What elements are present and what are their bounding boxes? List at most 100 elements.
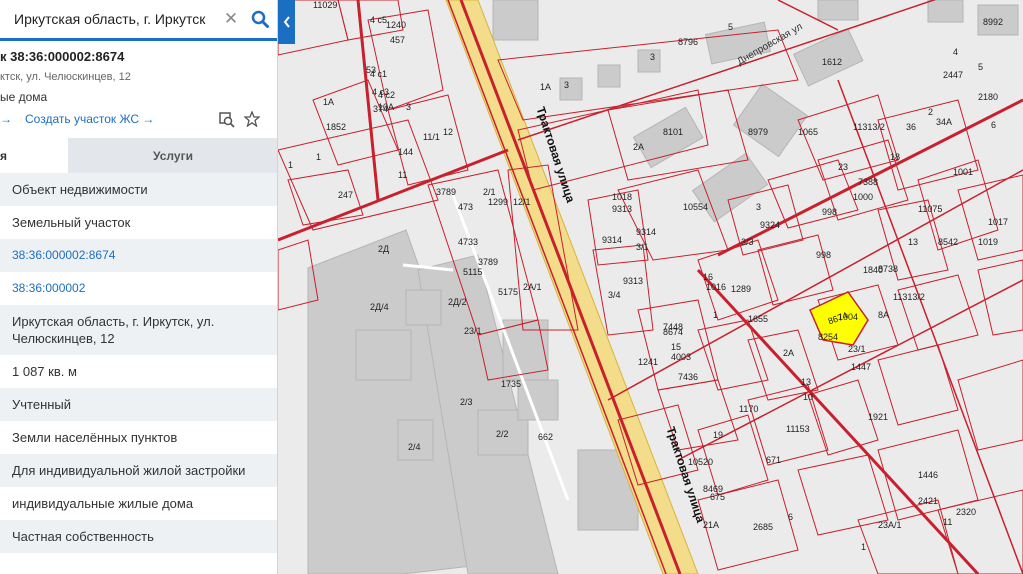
parcel-number-label: 9314 [636, 227, 656, 237]
parcel-number-label: 1852 [326, 122, 346, 132]
parcel-number-label: 13 [908, 237, 918, 247]
parcel-number-label: 1004 [838, 312, 858, 322]
parcel-number-label: 4 [953, 47, 958, 57]
property-list: Объект недвижимости Земельный участок 38… [0, 173, 277, 553]
parcel-number-label: 473 [458, 202, 473, 212]
building-block [927, 0, 964, 23]
tabs: я Услуги [0, 138, 277, 173]
parcel-number-label: 457 [390, 35, 405, 45]
parcel-number-label: 8979 [748, 127, 768, 137]
close-icon[interactable]: ✕ [220, 0, 242, 38]
parcel-number-label: 5 [728, 22, 733, 32]
parcel-number-label: 1016 [706, 282, 726, 292]
parcel-number-label: 1065 [798, 127, 818, 137]
parcel-number-label: 374 [373, 104, 388, 114]
row-parcel-type: Земельный участок [12, 215, 131, 230]
search-button[interactable] [242, 0, 277, 38]
parcel-number-label: 1 [288, 160, 293, 170]
parcel-number-label: 2 [928, 107, 933, 117]
parcel-number-label: 3 [650, 52, 655, 62]
parcel-number-label: 3789 [478, 257, 498, 267]
parcel-number-label: 10554 [683, 202, 708, 212]
parcel-number-label: 2А [633, 142, 644, 152]
row-address: Иркутская область, г. Иркутск, ул. Челюс… [0, 305, 277, 355]
parcel-number-label: 2Д/4 [370, 302, 389, 312]
parcel-number-label: 10520 [688, 457, 713, 467]
parcel-number-label: 1921 [868, 412, 888, 422]
parcel-number-label: 9313 [612, 204, 632, 214]
parcel-number-label: 3 [564, 80, 569, 90]
parcel-number-label: 8674 [663, 327, 683, 337]
object-title: к 38:36:000002:8674 [0, 49, 125, 64]
object-address: ктск, ул. Челюскинцев, 12 [0, 71, 131, 83]
parcel-number-label: 1018 [612, 192, 632, 202]
parcel-number-label: 2/4 [408, 442, 421, 452]
parcel-number-label: 8254 [818, 332, 838, 342]
parcel-number-label: 2/1 [483, 187, 496, 197]
collapse-panel-button[interactable] [278, 0, 295, 44]
parcel-number-label: 1001 [953, 167, 973, 177]
tab-info[interactable]: я [0, 138, 68, 173]
arrow-link[interactable]: → [0, 112, 12, 126]
parcel-number-label: 5 [978, 62, 983, 72]
parcel-number-label: 2320 [956, 507, 976, 517]
parcel-number-label: 1 [316, 152, 321, 162]
building-block [732, 83, 808, 158]
map-canvas[interactable]: 8674 Трактовая улица Трактовая улица Дне… [278, 0, 1023, 574]
parcel-number-label: 11313/2 [853, 122, 885, 132]
parcel-number-label: 18 [890, 152, 900, 162]
parcel-number-label: 2421 [918, 496, 938, 506]
parcel-number-label: 1 [713, 310, 718, 320]
parcel-number-label: 11075 [918, 204, 942, 214]
building-block [632, 106, 704, 169]
building-block [405, 289, 442, 326]
parcel-number-label: 1А [540, 82, 551, 92]
row-land-category: Земли населённых пунктов [12, 430, 178, 445]
row-cadastral-number[interactable]: 38:36:000002:8674 [0, 239, 277, 272]
zoom-to-icon[interactable] [219, 112, 235, 131]
parcel-number-label: 23/1 [848, 344, 866, 354]
info-panel: ✕ к 38:36:000002:8674 ктск, ул. Челюскин… [0, 0, 278, 574]
parcel-number-label: 9324 [760, 220, 780, 230]
parcel-number-label: 11 [943, 517, 952, 527]
parcel-number-label: 11313/2 [893, 292, 925, 302]
parcel-number-label: 12/1 [513, 197, 531, 207]
parcel-number-label: 3 [406, 102, 411, 112]
row-cadastral-block[interactable]: 38:36:000002 [0, 272, 277, 305]
search-icon [251, 10, 269, 28]
create-parcel-link[interactable]: Создать участок ЖС → [25, 112, 154, 126]
parcel-number-label: 7388 [858, 177, 878, 187]
search-input[interactable] [0, 0, 220, 38]
tab-services[interactable]: Услуги [68, 138, 277, 173]
parcel-number-label: 5115 [463, 267, 482, 277]
parcel-number-label: 2Д [378, 244, 389, 254]
parcel-number-label: 675 [710, 492, 725, 502]
building-block [637, 49, 661, 73]
star-icon[interactable] [243, 110, 261, 130]
parcel-number-label: 34А [936, 117, 952, 127]
parcel-number-label: 247 [338, 190, 353, 200]
row-object-type: Объект недвижимости [0, 173, 277, 206]
parcel-number-label: 15 [671, 342, 681, 352]
row-use-document: индивидуальные жилые дома [12, 496, 194, 511]
parcel-number-label: 3789 [436, 187, 456, 197]
parcel-number-label: 11/1 [423, 132, 440, 142]
parcel-number-label: 3/3 [741, 237, 754, 247]
building-block [817, 0, 859, 21]
parcel-number-label: 23А/1 [878, 520, 902, 530]
parcel-number-label: 13 [801, 377, 811, 387]
parcel-number-label: 53 [366, 65, 376, 75]
parcel-number-label: 8А [878, 310, 889, 320]
parcel-number-label: 11 [398, 170, 407, 180]
parcel-number-label: 1000 [853, 192, 873, 202]
parcel-number-label: 1612 [822, 57, 842, 67]
parcel-number-label: 1240 [386, 20, 406, 30]
parcel-number-label: 1241 [638, 357, 658, 367]
parcel-number-label: 9313 [623, 276, 643, 286]
parcel-number-label: 4003 [671, 352, 691, 362]
cadastral-map[interactable]: 8674 Трактовая улица Трактовая улица Дне… [278, 0, 1023, 574]
row-status: Учтенный [0, 388, 277, 421]
parcel-number-label: 1019 [978, 237, 998, 247]
parcel-number-label: 662 [538, 432, 553, 442]
parcel-number-label: 2А/1 [523, 282, 542, 292]
